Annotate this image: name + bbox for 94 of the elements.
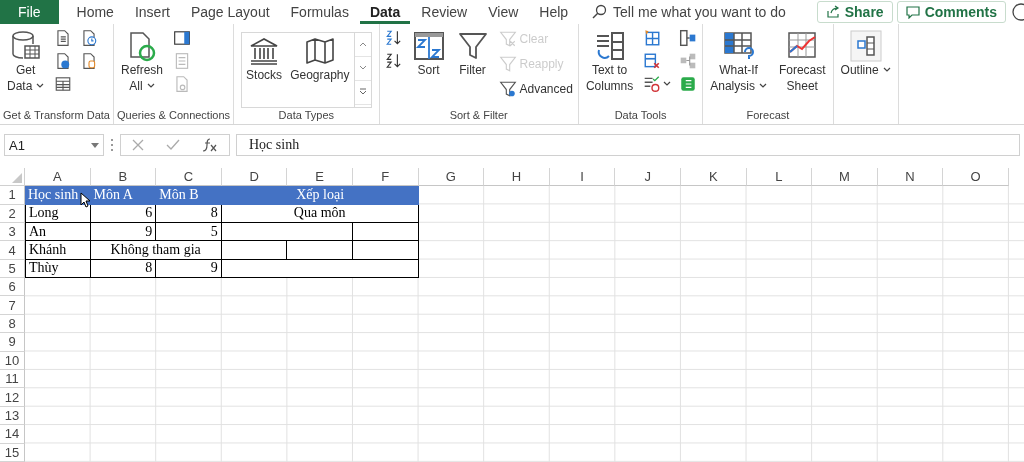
comment-icon	[905, 4, 920, 19]
table-icon	[54, 74, 73, 93]
clock-document-icon	[80, 28, 99, 47]
drag-handle-icon[interactable]	[110, 138, 114, 153]
group-label: Data Types	[277, 107, 336, 123]
panel-icon	[173, 28, 191, 47]
ribbon-button[interactable]: Advanced	[496, 77, 575, 100]
table-cell: Khánh	[25, 241, 91, 260]
ribbon-button[interactable]: Refresh All	[117, 27, 167, 96]
column-header[interactable]: O	[943, 168, 1009, 187]
ribbon-tab[interactable]: Formulas	[280, 0, 359, 24]
chevron-down-icon	[358, 65, 367, 72]
ribbon-button[interactable]: Stocks	[242, 32, 287, 85]
relationships-icon	[679, 51, 698, 70]
sort-descending-icon	[384, 51, 403, 70]
search-field[interactable]: Tell me what you want to do	[591, 0, 812, 24]
ribbon-tab[interactable]: Insert	[124, 0, 180, 24]
database-icon	[9, 29, 42, 62]
flash-fill-icon	[643, 28, 662, 47]
table-cell: Môn B	[156, 186, 222, 205]
row-header[interactable]: 9	[0, 333, 25, 352]
caret-icon	[36, 82, 45, 89]
column-header[interactable]: J	[615, 168, 681, 187]
caret-icon	[663, 80, 672, 87]
group-label: Get & Transform Data	[3, 107, 110, 123]
row-header[interactable]: 15	[0, 443, 25, 462]
column-header[interactable]: N	[877, 168, 944, 187]
ribbon-button[interactable]: Filter	[452, 27, 493, 80]
row-header[interactable]: 11	[0, 370, 25, 389]
chevron-up-icon	[358, 41, 367, 48]
funnel-refresh-icon	[498, 54, 517, 73]
outline-icon	[849, 29, 882, 62]
row-header[interactable]: 10	[0, 351, 25, 371]
what-if-icon	[722, 29, 755, 62]
row-header[interactable]: 12	[0, 388, 25, 407]
data-model-icon	[679, 74, 698, 93]
ribbon-tab[interactable]: Data	[359, 0, 411, 24]
ribbon-button[interactable]: Text to Columns	[581, 27, 638, 96]
ribbon-tab[interactable]: File	[0, 0, 59, 24]
ribbon-tab[interactable]: Page Layout	[180, 0, 280, 24]
table-cell: Môn A	[90, 186, 157, 205]
column-header[interactable]: H	[484, 168, 550, 187]
column-header[interactable]: G	[418, 168, 485, 187]
row-header[interactable]: 6	[0, 278, 25, 297]
row-header[interactable]: 7	[0, 296, 25, 315]
caret-icon	[758, 82, 767, 89]
ribbon-tab[interactable]: View	[478, 0, 529, 24]
funnel-clear-icon	[498, 29, 517, 48]
column-header[interactable]: I	[549, 168, 616, 187]
table-cell: Xếp loại	[221, 186, 419, 205]
ribbon-button[interactable]: Forecast Sheet	[774, 27, 830, 96]
column-header[interactable]: L	[746, 168, 813, 187]
row-header[interactable]: 14	[0, 425, 25, 444]
name-box[interactable]: A1	[4, 134, 104, 157]
table-cell: Không tham gia	[90, 241, 222, 260]
sort-icon	[412, 29, 445, 62]
ribbon-tab[interactable]: Review	[411, 0, 478, 24]
funnel-gear-icon	[498, 79, 517, 98]
ribbon-button[interactable]: Geography	[286, 32, 354, 85]
group-label: Sort & Filter	[448, 107, 509, 123]
expand-icon	[358, 88, 367, 97]
ribbon-button[interactable]: What-If Analysis	[706, 27, 771, 96]
ribbon-tab[interactable]: Help	[529, 0, 579, 24]
mouse-pointer-icon	[80, 192, 90, 209]
search-icon	[591, 3, 608, 20]
caret-icon	[146, 82, 155, 89]
triangle-icon	[12, 173, 22, 184]
group-label: Forecast	[745, 107, 791, 123]
group-label: Queries & Connections	[117, 107, 231, 123]
ribbon-button[interactable]: Sort	[408, 27, 449, 80]
list-icon	[173, 51, 191, 70]
caret-icon	[882, 66, 891, 73]
remove-duplicates-icon	[643, 51, 662, 70]
dropdown-icon	[91, 142, 99, 148]
ribbon-button[interactable]: Get Data	[3, 27, 49, 96]
column-header[interactable]: K	[680, 168, 747, 187]
column-header[interactable]: M	[812, 168, 878, 187]
toolbar-button[interactable]: Share	[816, 1, 893, 23]
data-validation-icon	[643, 74, 662, 93]
row-header[interactable]: 13	[0, 406, 25, 426]
table-cell: Học sinh	[25, 186, 91, 205]
group-label: Data Tools	[613, 107, 668, 123]
formula-field[interactable]: Học sinh	[236, 134, 1020, 157]
link-document-icon	[173, 74, 191, 93]
toolbar-button[interactable]: Comments	[896, 1, 1006, 23]
check-icon[interactable]	[166, 139, 180, 152]
ribbon-tab[interactable]: Home	[66, 0, 124, 24]
row-header[interactable]: 8	[0, 314, 25, 334]
cancel-icon[interactable]	[132, 139, 144, 152]
ribbon-button[interactable]: Outline	[836, 27, 895, 80]
share-icon	[825, 4, 840, 19]
sort-ascending-icon	[384, 28, 403, 47]
function-icon[interactable]	[202, 138, 218, 153]
consolidate-icon	[679, 28, 698, 47]
